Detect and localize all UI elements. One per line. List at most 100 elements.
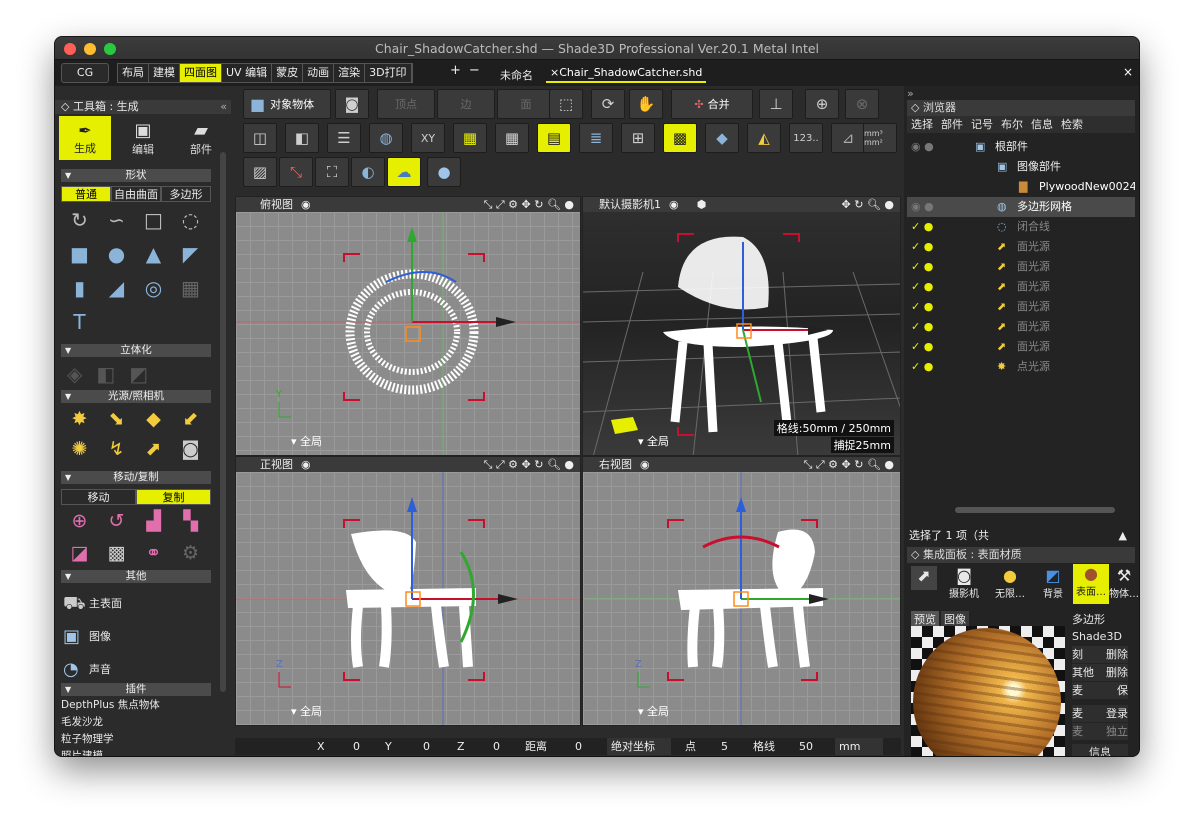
outline-icon[interactable]: ☰ <box>327 123 361 153</box>
tree-item[interactable]: ▇ PlywoodNew0024_1_M_ <box>907 177 1135 197</box>
grid-value[interactable]: 50 <box>799 738 813 755</box>
tree-item[interactable]: ✓ ● ⬈ 面光源 <box>907 257 1135 277</box>
tab-object[interactable]: ⚒ 物体… <box>1109 566 1139 600</box>
lamp-icon[interactable]: ⬈ <box>135 438 172 460</box>
rotate-icon[interactable]: ↺ <box>98 510 135 532</box>
closed-curve-icon[interactable]: ∽ <box>98 208 135 232</box>
y-value[interactable]: 0 <box>423 738 430 755</box>
menu-mark[interactable]: 记号 <box>967 116 997 133</box>
cone-icon[interactable]: ▲ <box>135 242 172 266</box>
remove-tab-button[interactable]: − <box>469 63 488 78</box>
plugin-item[interactable]: 毛发沙龙 <box>61 714 211 731</box>
sound-item[interactable]: ◔ 声音 <box>61 656 211 684</box>
revolve-icon[interactable]: ◧ <box>96 362 115 386</box>
scale-icon[interactable]: ▟ <box>135 510 172 532</box>
measure-icon[interactable]: ◭ <box>747 123 781 153</box>
material-preview[interactable] <box>911 626 1065 756</box>
camera-icon[interactable]: ◙ <box>172 438 209 460</box>
section-lights[interactable]: ▼ 光源/照相机 <box>61 390 211 403</box>
grid-snap-icon[interactable]: ▤ <box>537 123 571 153</box>
menu-select[interactable]: 选择 <box>907 116 937 133</box>
section-move[interactable]: ▼ 移动/复制 <box>61 471 211 484</box>
copy-tab[interactable]: 复制 <box>136 489 211 505</box>
visibility-toggle[interactable]: ✓ ● <box>911 277 933 297</box>
grid-icon[interactable]: ▦ <box>495 123 529 153</box>
tab-add-remove[interactable]: +− <box>450 63 488 78</box>
rectangle-icon[interactable]: □ <box>135 208 172 232</box>
text-icon[interactable]: T <box>61 310 98 334</box>
z-value[interactable]: 0 <box>493 738 500 755</box>
mirror-icon[interactable]: ⚭ <box>135 542 172 564</box>
tab-infinite-light[interactable]: ● 无限… <box>987 566 1033 600</box>
extrude-icon[interactable]: ◈ <box>67 362 82 386</box>
ruler-icon[interactable]: ⊿ <box>831 123 865 153</box>
spot-light-icon[interactable]: ⬊ <box>98 408 135 430</box>
viewport-camera[interactable]: 默认摄影机1 ◉ ⬢ ✥ ↻ 🔍︎ ● 格线:50mm / 250mm 捕捉25mm … <box>582 196 901 456</box>
preview-tab[interactable]: 预览 <box>911 611 939 627</box>
four-view-icon[interactable]: ▦ <box>453 123 487 153</box>
tree-item[interactable]: ✓ ● ⬈ 面光源 <box>907 337 1135 357</box>
cylinder-icon[interactable]: ▮ <box>61 276 98 300</box>
delete-button[interactable]: 删除 <box>1106 646 1128 663</box>
save-button[interactable]: 保 <box>1117 682 1128 699</box>
cube-icon[interactable]: ⬢ <box>697 198 707 211</box>
sun-light-icon[interactable]: ✺ <box>61 438 98 460</box>
tab-surface[interactable]: ● 表面… <box>1073 564 1109 604</box>
plugin-item[interactable]: 照片建模 <box>61 748 211 756</box>
collapse-up-icon[interactable]: ▲ <box>1119 527 1127 545</box>
cg-button[interactable]: CG <box>61 63 109 83</box>
info-button[interactable]: 信息 <box>1072 744 1128 756</box>
volume-button[interactable]: mm³ mm² <box>863 123 897 153</box>
rect-select-icon[interactable]: ⬚ <box>549 89 583 119</box>
stack-icon[interactable]: ◆ <box>705 123 739 153</box>
visibility-toggle[interactable]: ✓ ● <box>911 217 933 237</box>
picker-icon[interactable]: ⬈ <box>911 566 937 590</box>
viewport-footer[interactable]: ▾ 全局 <box>291 433 322 449</box>
other-button[interactable]: 其他 <box>1072 664 1094 681</box>
add-tab-button[interactable]: + <box>450 63 469 78</box>
viewport-footer[interactable]: ▾ 全局 <box>638 433 669 449</box>
shaded-cube-icon[interactable]: ◧ <box>285 123 319 153</box>
workspace-tab[interactable]: 3D打印 <box>365 64 412 82</box>
viewport-footer[interactable]: ▾ 全局 <box>291 703 322 719</box>
delete-button[interactable]: 删除 <box>1106 664 1128 681</box>
doc-tab-active[interactable]: ×Chair_ShadowCatcher.shd <box>546 64 707 83</box>
workspace-tab[interactable]: 布局 <box>118 64 149 82</box>
visibility-toggle[interactable]: ✓ ● <box>911 237 933 257</box>
coordinate-mode-select[interactable]: 绝对坐标 <box>607 738 671 755</box>
circle-icon[interactable]: ◌ <box>172 208 209 232</box>
xy-plane-button[interactable]: XY <box>411 123 445 153</box>
shear-icon[interactable]: ▚ <box>172 510 209 532</box>
tree-item[interactable]: ✓ ● ⬈ 面光源 <box>907 277 1135 297</box>
tree-item[interactable]: ✓ ● ⬈ 面光源 <box>907 317 1135 337</box>
workspace-tab[interactable]: 蒙皮 <box>272 64 304 82</box>
vertex-mode-button[interactable]: 顶点 <box>377 89 435 119</box>
view-controls[interactable]: ⤡ ⤢ ⚙ ✥ ↻ 🔍︎ ● <box>484 457 574 472</box>
curve-light-icon[interactable]: ↯ <box>98 438 135 460</box>
numeric-icon[interactable]: ▩ <box>98 542 135 564</box>
vr-icon[interactable]: ⊞ <box>621 123 655 153</box>
view-controls[interactable]: ✥ ↻ 🔍︎ ● <box>842 197 895 212</box>
merge-button[interactable]: ✣ 合并 <box>671 89 753 119</box>
workspace-tab[interactable]: UV 编辑 <box>222 64 273 82</box>
visibility-toggle[interactable]: ✓ ● <box>911 357 933 377</box>
sphere-preview-icon[interactable]: ● <box>427 157 461 187</box>
menu-part[interactable]: 部件 <box>937 116 967 133</box>
visibility-toggle[interactable]: ◉ ● <box>911 197 934 217</box>
viewport-front[interactable]: 正视图 ◉ ⤡ ⤢ ⚙ ✥ ↻ 🔍︎ ● Z ▾ 全局 <box>235 456 581 726</box>
tree-item[interactable]: ✓ ● ◌ 闭合线 <box>907 217 1135 237</box>
image-item[interactable]: ▣ 图像 <box>61 623 211 651</box>
toolbox-scrollbar[interactable] <box>220 152 226 692</box>
viewport-top[interactable]: 俯视图 ◉ ⤡ ⤢ ⚙ ✥ ↻ 🔍︎ ● Y ▾ 全局 <box>235 196 581 456</box>
target-icon[interactable]: ⊕ <box>805 89 839 119</box>
checker-icon[interactable]: ▩ <box>663 123 697 153</box>
translate-icon[interactable]: ⊕ <box>61 510 98 532</box>
edge-mode-button[interactable]: 边 <box>437 89 495 119</box>
register-button[interactable]: 登录 <box>1106 705 1128 722</box>
settings-icon[interactable]: ◉ <box>301 458 311 471</box>
sweep-icon[interactable]: ◩ <box>129 362 148 386</box>
earth-icon[interactable]: ◐ <box>351 157 385 187</box>
browser-scrollbar[interactable] <box>955 507 1115 513</box>
shape-tab-normal[interactable]: 普通 <box>61 186 111 202</box>
workspace-tab[interactable]: 渲染 <box>334 64 366 82</box>
